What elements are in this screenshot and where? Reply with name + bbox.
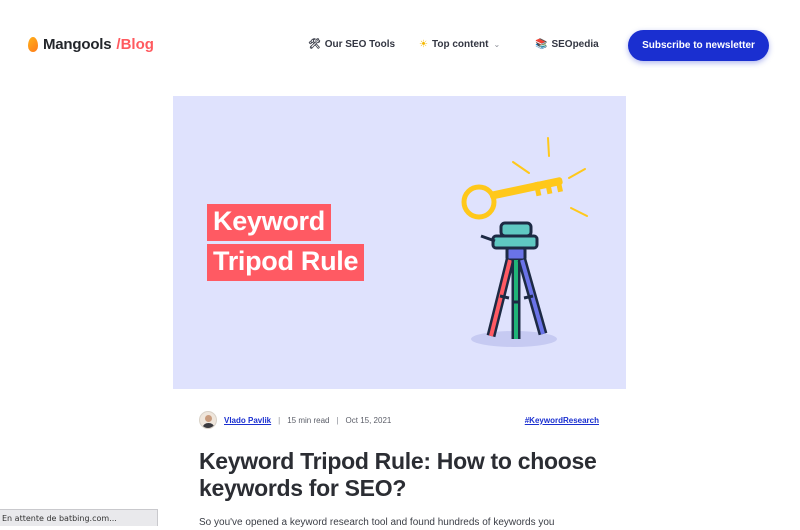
chevron-down-icon: ⌄ — [493, 40, 501, 49]
key-icon — [461, 177, 563, 220]
nav-item-label: SEOpedia — [551, 39, 599, 50]
logo-text: Mangools — [43, 36, 112, 53]
author-link[interactable]: Vlado Pavlik — [224, 416, 271, 425]
meta-separator: | — [278, 415, 281, 425]
article-title: Keyword Tripod Rule: How to choose keywo… — [199, 448, 597, 502]
site-header: Mangools / Blog 🛠 Our SEO Tools ☀ Top co… — [0, 0, 800, 92]
books-icon: 📚 — [535, 39, 548, 50]
article-meta: Vlado Pavlik | 15 min read | Oct 15, 202… — [199, 410, 599, 430]
nav-item-seopedia[interactable]: 📚 SEOpedia — [535, 39, 599, 50]
read-time: 15 min read — [287, 415, 330, 425]
nav-item-label: Our SEO Tools — [324, 39, 396, 50]
hero-image: Keyword Tripod Rule — [173, 96, 626, 389]
browser-status-bar: En attente de batbing.com... — [0, 509, 158, 526]
hero-title-line-2: Tripod Rule — [207, 244, 365, 282]
hashtag-link[interactable]: #KeywordResearch — [525, 416, 599, 425]
tripod-key-illustration — [461, 137, 588, 347]
hero-title-line-1: Keyword — [207, 204, 331, 242]
mangools-logo-icon — [28, 37, 38, 52]
logo-section: Blog — [120, 36, 154, 53]
meta-separator: | — [336, 415, 339, 425]
avatar — [199, 411, 217, 429]
nav-item-seo-tools[interactable]: 🛠 Our SEO Tools — [308, 39, 395, 50]
sparkle-icon — [512, 137, 588, 217]
sun-icon: ☀ — [419, 39, 428, 50]
tools-icon: 🛠 — [308, 39, 321, 50]
publish-date: Oct 15, 2021 — [345, 415, 392, 425]
logo[interactable]: Mangools / Blog — [28, 36, 154, 53]
subscribe-button[interactable]: Subscribe to newsletter — [628, 30, 769, 61]
nav-item-top-content[interactable]: ☀ Top content ⌄ — [419, 39, 500, 50]
tripod-icon — [480, 221, 548, 339]
nav-item-label: Top content — [431, 39, 489, 50]
article-excerpt: So you've opened a keyword research tool… — [199, 517, 555, 528]
